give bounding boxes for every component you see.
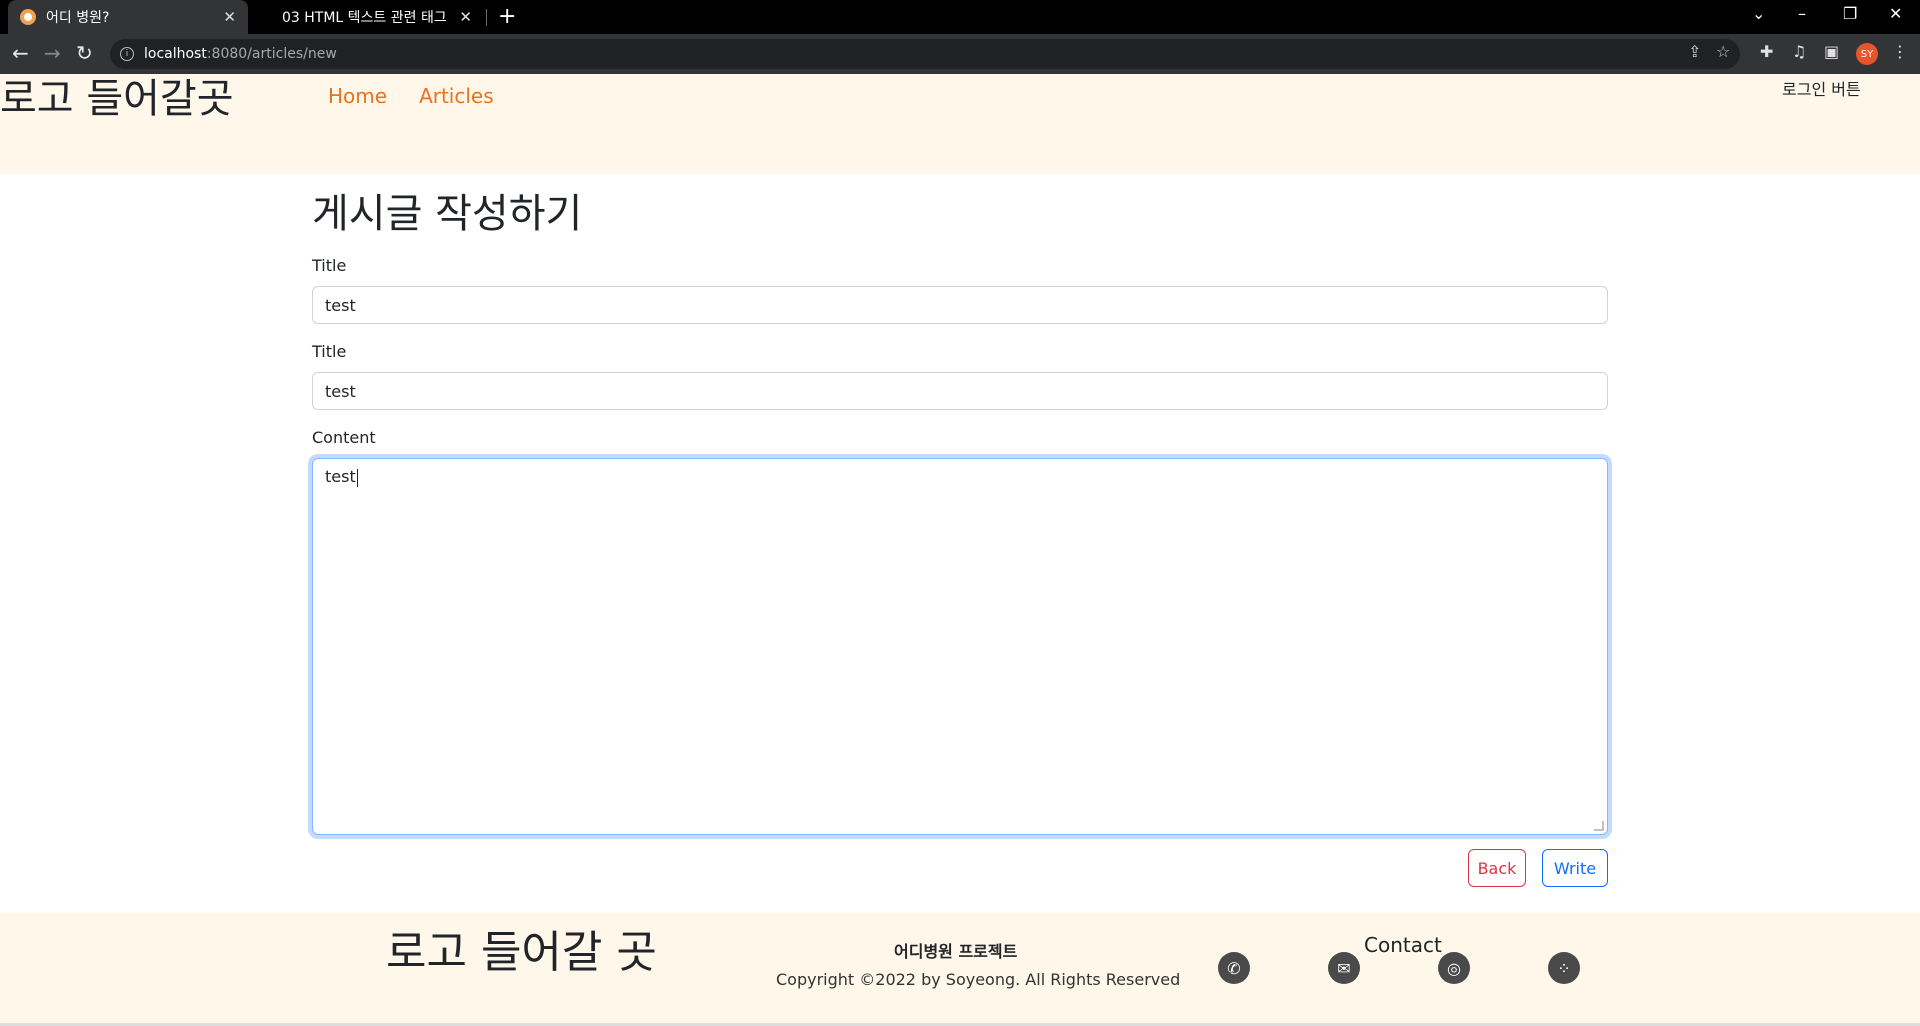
reload-icon[interactable]: ↻ [76, 41, 93, 65]
instagram-icon[interactable]: ◎ [1438, 952, 1470, 984]
tab-title: 03 HTML 텍스트 관련 태그 [282, 10, 447, 26]
title-label: Title [312, 256, 347, 275]
close-window-icon[interactable]: ✕ [1889, 4, 1902, 23]
more-icon[interactable]: ⁘ [1548, 952, 1580, 984]
browser-tab-bar: 어디 병원? ✕ 03 HTML 텍스트 관련 태그 ✕ + ⌄ – ❐ ✕ [0, 0, 1920, 34]
site-header: 로고 들어갈곳 Home Articles 로그인 버튼 [0, 74, 1920, 174]
page-title: 게시글 작성하기 [312, 191, 583, 237]
side-panel-icon[interactable]: ▣ [1824, 42, 1839, 61]
tab-title: 어디 병원? [46, 10, 110, 26]
content-textarea[interactable]: test [312, 458, 1608, 835]
tab-active[interactable]: 어디 병원? ✕ [8, 0, 248, 34]
whatsapp-icon[interactable]: ✆ [1218, 952, 1250, 984]
title-input-2[interactable]: test [312, 372, 1608, 410]
site-favicon-icon [20, 9, 36, 25]
footer-copyright: Copyright ©2022 by Soyeong. All Rights R… [776, 970, 1181, 989]
nav-link-articles[interactable]: Articles [419, 84, 494, 108]
back-arrow-icon[interactable]: ← [12, 41, 29, 65]
extensions-icon[interactable]: ✚ [1760, 42, 1773, 61]
tab-close-icon[interactable]: ✕ [459, 8, 472, 26]
url-host: localhost [144, 46, 207, 62]
browser-toolbar: ← → ↻ i localhost:8080/articles/new ⇪ ☆ … [0, 34, 1920, 74]
tab-inactive[interactable]: 03 HTML 텍스트 관련 태그 ✕ [258, 0, 484, 34]
menu-kebab-icon[interactable]: ⋮ [1892, 42, 1908, 61]
contact-title: Contact [1364, 933, 1442, 957]
address-bar[interactable]: i localhost:8080/articles/new ⇪ ☆ [110, 39, 1740, 69]
title-label-2: Title [312, 342, 347, 361]
title-input[interactable]: test [312, 286, 1608, 324]
content-text: test [325, 467, 356, 486]
bookmark-star-icon[interactable]: ☆ [1716, 42, 1730, 61]
back-button[interactable]: Back [1468, 849, 1526, 887]
footer-project-name: 어디병원 프로젝트 [894, 942, 1018, 961]
site-nav: Home Articles [328, 84, 494, 108]
tab-close-icon[interactable]: ✕ [223, 8, 236, 26]
tab-divider [486, 9, 487, 26]
site-logo[interactable]: 로고 들어갈곳 [0, 74, 234, 124]
write-button[interactable]: Write [1542, 849, 1608, 887]
resize-handle-icon[interactable] [1594, 821, 1604, 831]
footer-logo: 로고 들어갈 곳 [386, 927, 657, 978]
nav-link-home[interactable]: Home [328, 84, 387, 108]
tab-search-icon[interactable]: ⌄ [1752, 4, 1765, 23]
media-control-icon[interactable]: ♫ [1792, 42, 1806, 61]
restore-icon[interactable]: ❐ [1843, 4, 1857, 23]
url-path: :8080/articles/new [206, 46, 337, 62]
minimize-icon[interactable]: – [1798, 4, 1806, 23]
site-footer: 로고 들어갈 곳 어디병원 프로젝트 Copyright ©2022 by So… [0, 913, 1920, 1026]
profile-avatar[interactable]: SY [1856, 43, 1878, 65]
content-label: Content [312, 428, 376, 447]
share-icon[interactable]: ⇪ [1688, 42, 1701, 61]
login-button[interactable]: 로그인 버튼 [1782, 76, 1861, 100]
mail-icon[interactable]: ✉ [1328, 952, 1360, 984]
new-tab-icon[interactable]: + [498, 4, 516, 29]
forward-arrow-icon[interactable]: → [44, 41, 61, 65]
page-viewport: 로고 들어갈곳 Home Articles 로그인 버튼 게시글 작성하기 Ti… [0, 74, 1920, 1026]
site-info-icon[interactable]: i [120, 47, 134, 61]
text-caret [356, 468, 358, 487]
